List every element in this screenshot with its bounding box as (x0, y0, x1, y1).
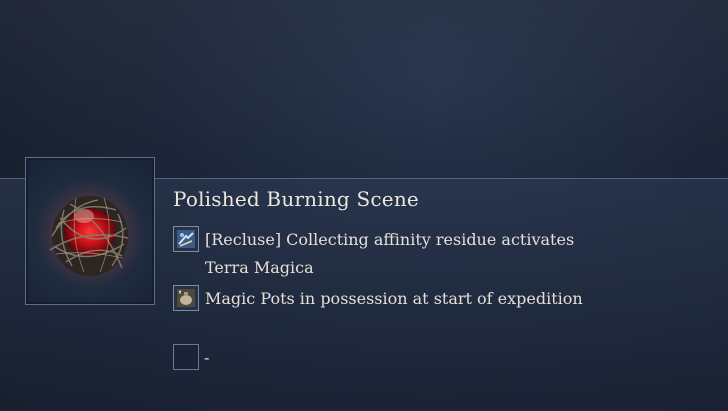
burning-scene-relic-icon (35, 179, 145, 289)
background-sheen (0, 0, 728, 170)
empty-slot-icon (173, 344, 199, 370)
recluse-affinity-icon (173, 226, 199, 252)
effect-line: Terra Magica (205, 258, 314, 277)
effect-line: [Recluse] Collecting affinity residue ac… (205, 230, 575, 249)
magic-pot-icon (173, 285, 199, 311)
effect-row: [Recluse] Collecting affinity residue ac… (173, 226, 574, 282)
effect-text: Magic Pots in possession at start of exp… (205, 285, 583, 313)
effect-line: Magic Pots in possession at start of exp… (205, 289, 583, 308)
relic-image-frame (25, 157, 155, 305)
effect-row: Magic Pots in possession at start of exp… (173, 285, 583, 313)
empty-slot-label: - (204, 348, 210, 367)
relic-title: Polished Burning Scene (173, 187, 419, 211)
empty-effect-slot-row: - (173, 344, 209, 372)
effect-text: [Recluse] Collecting affinity residue ac… (205, 226, 574, 282)
